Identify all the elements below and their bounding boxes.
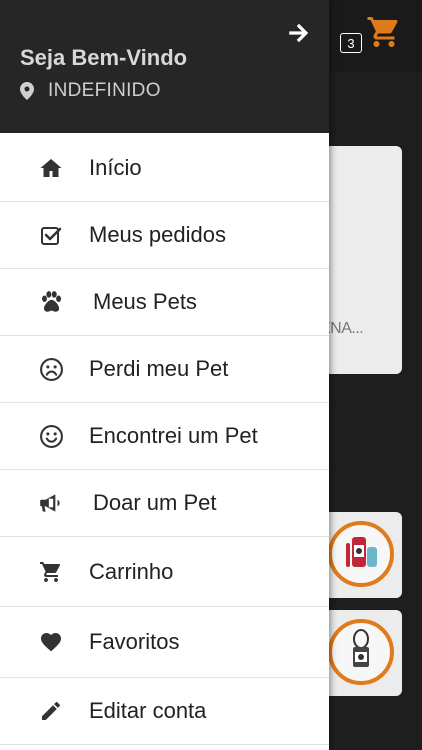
home-icon: [38, 155, 64, 181]
menu-item-label: Meus Pets: [93, 289, 197, 314]
menu-item-editar-conta[interactable]: Editar conta: [0, 678, 329, 745]
drawer-menu: Início Meus pedidos Meus Pets Perdi meu …: [0, 135, 329, 745]
menu-item-label: Meus pedidos: [89, 222, 226, 247]
location-row: INDEFINIDO: [20, 80, 161, 102]
cart-count-badge[interactable]: 3: [340, 33, 362, 53]
location-text: INDEFINIDO: [48, 80, 161, 101]
category-card[interactable]: [320, 610, 402, 696]
menu-item-meus-pets[interactable]: Meus Pets: [0, 269, 329, 336]
location-pin-icon: [20, 82, 34, 100]
menu-item-label: Encontrei um Pet: [89, 423, 258, 448]
menu-item-encontrei-um-pet[interactable]: Encontrei um Pet: [0, 403, 329, 470]
category-card[interactable]: [320, 512, 402, 598]
menu-item-label: Editar conta: [89, 698, 207, 723]
heart-icon: [38, 629, 64, 655]
menu-item-label: Doar um Pet: [93, 490, 217, 515]
pencil-icon: [38, 698, 64, 724]
checkbox-icon: [38, 222, 64, 248]
smile-face-icon: [38, 423, 64, 449]
arrow-right-icon[interactable]: [286, 20, 312, 46]
sad-face-icon: [38, 356, 64, 382]
drawer-header: Seja Bem-Vindo INDEFINIDO: [0, 0, 329, 133]
megaphone-icon: [38, 490, 64, 516]
product-card[interactable]: ENA...: [320, 146, 402, 374]
menu-item-inicio[interactable]: Início: [0, 135, 329, 202]
menu-item-label: Carrinho: [89, 558, 174, 584]
menu-item-label: Perdi meu Pet: [89, 356, 229, 381]
menu-item-carrinho[interactable]: Carrinho: [0, 537, 329, 607]
menu-item-perdi-meu-pet[interactable]: Perdi meu Pet: [0, 336, 329, 403]
navigation-drawer: Seja Bem-Vindo INDEFINIDO Início Meus pe…: [0, 0, 329, 750]
menu-item-label: Favoritos: [89, 629, 180, 654]
category-image: [328, 619, 394, 685]
cart-icon[interactable]: [366, 14, 402, 50]
paw-icon: [38, 289, 64, 315]
menu-item-label: Início: [89, 155, 142, 180]
menu-item-favoritos[interactable]: Favoritos: [0, 607, 329, 678]
menu-item-meus-pedidos[interactable]: Meus pedidos: [0, 202, 329, 269]
cart-icon: [38, 559, 64, 585]
category-image: [328, 521, 394, 587]
welcome-title: Seja Bem-Vindo: [20, 45, 188, 70]
menu-item-doar-um-pet[interactable]: Doar um Pet: [0, 470, 329, 537]
